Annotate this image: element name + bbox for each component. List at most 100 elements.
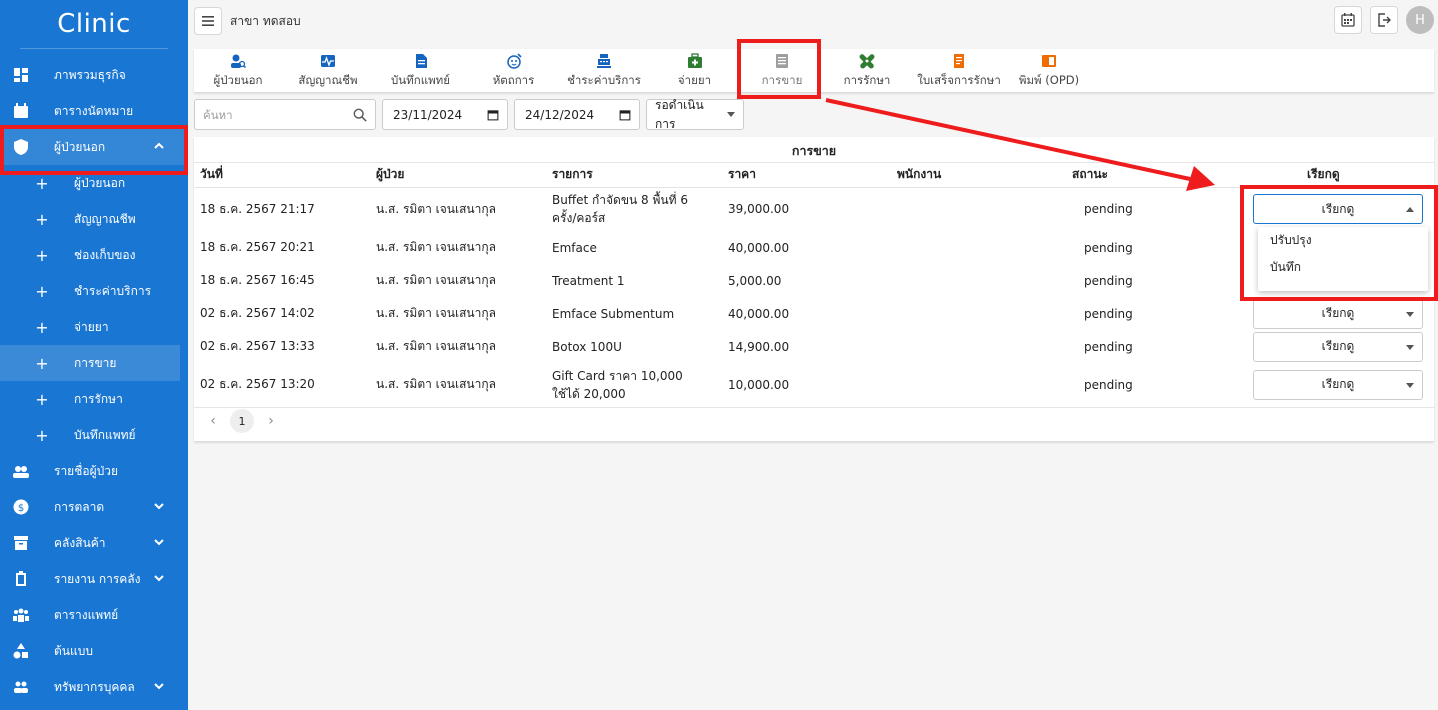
calendar-button[interactable]	[1334, 6, 1362, 34]
cell-date: 18 ธ.ค. 2567 16:45	[200, 273, 315, 287]
caret-down-icon	[1406, 382, 1414, 388]
brand-divider	[20, 48, 168, 49]
sidebar-item-label: ตารางนัดหมาย	[54, 103, 134, 118]
table-row: 02 ธ.ค. 2567 13:20 น.ส. รมิตา เจนเสนากุล…	[194, 363, 1434, 408]
view-select-value: เรียกดู	[1321, 339, 1355, 353]
status-filter-select[interactable]: รอดำเนินการ	[646, 98, 744, 131]
sidebar-item-patient-list[interactable]: รายชื่อผู้ป่วย	[0, 453, 188, 489]
cell-patient: น.ส. รมิตา เจนเสนากุล	[370, 363, 546, 408]
patients-icon	[12, 462, 30, 480]
search-input[interactable]	[203, 107, 333, 122]
sidebar-subitem-payment[interactable]: + ชำระค่าบริการ	[0, 273, 188, 309]
sidebar-subitem-vital-signs[interactable]: + สัญญาณชีพ	[0, 201, 188, 237]
sidebar-subitem-label: การขาย	[74, 355, 117, 370]
sidebar-item-label: ต้นแบบ	[54, 643, 93, 658]
cell-item: Emface Submentum	[552, 306, 675, 321]
menu-button[interactable]	[194, 7, 222, 35]
cell-item: Gift Card ราคา 10,000 ใช้ได้ 20,000	[546, 363, 722, 408]
cell-status: pending	[1084, 273, 1133, 288]
view-select[interactable]: เรียกดู	[1253, 331, 1423, 362]
sidebar-subitem-label: ผู้ป่วยนอก	[74, 175, 126, 190]
cell-action: เรียกดู	[1247, 330, 1434, 363]
topbar: สาขา ทดสอบ H	[188, 0, 1438, 42]
cell-status: pending	[1084, 339, 1133, 354]
sidebar-item-templates[interactable]: ต้นแบบ	[0, 633, 188, 669]
next-page-icon[interactable]: ›	[264, 413, 278, 429]
caret-down-icon	[1406, 311, 1414, 317]
tab-label: จ่ายยา	[677, 73, 712, 87]
sidebar-item-inventory[interactable]: คลังสินค้า	[0, 525, 188, 561]
chevron-down-icon	[152, 679, 166, 693]
table-row: 02 ธ.ค. 2567 14:02 น.ส. รมิตา เจนเสนากุล…	[194, 297, 1434, 330]
cell-staff	[897, 363, 1072, 408]
view-select[interactable]: เรียกดู	[1253, 369, 1423, 400]
annotation-box-sidebar	[0, 125, 188, 175]
sidebar-subitem-storage[interactable]: + ช่องเก็บของ	[0, 237, 188, 273]
column-header-item: รายการ	[546, 163, 722, 188]
tab-doctor-notes[interactable]: บันทึกแพทย์	[374, 49, 467, 92]
cell-date: 18 ธ.ค. 2567 21:17	[200, 201, 315, 216]
branch-name: สาขา ทดสอบ	[230, 13, 301, 28]
date-to-value: 24/12/2024	[525, 107, 595, 122]
chevron-down-icon	[152, 571, 166, 585]
cell-patient: น.ส. รมิตา เจนเสนากุล	[376, 201, 496, 216]
cell-action: เรียกดู	[1247, 363, 1434, 408]
column-header-view: เรียกดู	[1247, 163, 1434, 188]
tab-payment[interactable]: ชำระค่าบริการ	[560, 49, 648, 92]
sidebar-item-appointments[interactable]: ตารางนัดหมาย	[0, 93, 188, 129]
sidebar-subitem-doctor-notes[interactable]: + บันทึกแพทย์	[0, 417, 188, 453]
page-button[interactable]: 1	[230, 409, 254, 433]
tab-vital-signs[interactable]: สัญญาณชีพ	[282, 49, 374, 92]
sidebar-item-hr[interactable]: ทรัพยากรบุคคล	[0, 669, 188, 705]
tab-label: ใบเสร็จการรักษา	[917, 73, 1001, 87]
sidebar-subitem-label: การรักษา	[74, 391, 123, 406]
cell-item: Buffet กำจัดขน 8 พื้นที่ 6 ครั้ง/คอร์ส	[552, 193, 688, 226]
cell-price: 14,900.00	[728, 339, 790, 354]
tab-receipt[interactable]: ใบเสร็จการรักษา	[911, 49, 1007, 92]
view-select[interactable]: เรียกดู	[1253, 298, 1423, 329]
cell-date: 02 ธ.ค. 2567 13:33	[200, 339, 315, 353]
sidebar-item-label: รายชื่อผู้ป่วย	[54, 463, 118, 478]
logout-button[interactable]	[1370, 6, 1398, 34]
cell-patient: น.ส. รมิตา เจนเสนากุล	[376, 240, 496, 254]
cell-item: Botox 100U	[552, 339, 622, 354]
tab-dispense[interactable]: จ่ายยา	[648, 49, 741, 92]
sidebar-subitem-sales[interactable]: + การขาย	[0, 345, 180, 381]
sidebar-item-business-overview[interactable]: ภาพรวมธุรกิจ	[0, 57, 188, 93]
column-header-patient: ผู้ป่วย	[370, 163, 546, 188]
sidebar-item-doctor-schedule[interactable]: ตารางแพทย์	[0, 597, 188, 633]
calendar-icon	[12, 102, 30, 120]
tab-label: การรักษา	[843, 73, 891, 87]
view-select-value: เรียกดู	[1321, 306, 1355, 320]
search-icon[interactable]	[353, 108, 367, 122]
sidebar-subitem-label: สัญญาณชีพ	[74, 211, 136, 226]
cell-patient: น.ส. รมิตา เจนเสนากุล	[376, 273, 496, 287]
sidebar-item-marketing[interactable]: $ การตลาด	[0, 489, 188, 525]
sidebar-subitem-label: บันทึกแพทย์	[74, 427, 136, 442]
tab-procedure[interactable]: หัตถการ	[467, 49, 560, 92]
tab-treatment[interactable]: การรักษา	[823, 49, 911, 92]
bandage-icon	[859, 53, 875, 69]
cell-price: 10,000.00	[722, 363, 897, 408]
table-row: 02 ธ.ค. 2567 13:33 น.ส. รมิตา เจนเสนากุล…	[194, 330, 1434, 363]
date-from-field[interactable]: 23/11/2024	[382, 99, 508, 130]
sidebar-subitem-dispense[interactable]: + จ่ายยา	[0, 309, 188, 345]
tab-print-opd[interactable]: พิมพ์ (OPD)	[1007, 49, 1091, 92]
plus-icon: +	[35, 353, 49, 373]
sidebar-item-finance-report[interactable]: รายงาน การคลัง	[0, 561, 188, 597]
plus-icon: +	[35, 281, 49, 301]
column-header-price: ราคา	[722, 163, 897, 188]
caret-down-icon	[727, 112, 735, 117]
tab-label: หัตถการ	[492, 73, 535, 87]
cell-status: pending	[1084, 240, 1133, 255]
date-to-field[interactable]: 24/12/2024	[514, 99, 640, 130]
cell-price: 40,000.00	[728, 306, 790, 321]
user-avatar[interactable]: H	[1406, 6, 1434, 34]
prev-page-icon[interactable]: ‹	[206, 413, 220, 429]
tab-outpatient[interactable]: ผู้ป่วยนอก	[194, 49, 282, 92]
sidebar-subitem-treatment[interactable]: + การรักษา	[0, 381, 188, 417]
cell-staff	[897, 231, 1072, 264]
calendar-icon[interactable]	[619, 109, 631, 121]
svg-text:$: $	[18, 503, 24, 514]
calendar-icon[interactable]	[487, 109, 499, 121]
